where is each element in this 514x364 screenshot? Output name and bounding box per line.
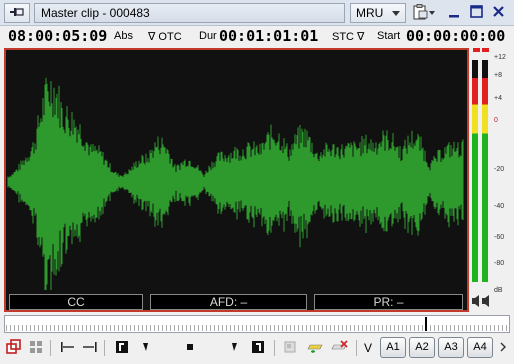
speaker-icon[interactable] bbox=[471, 294, 493, 308]
minimize-button[interactable] bbox=[444, 4, 464, 22]
position-scrubber[interactable] bbox=[4, 315, 510, 333]
stc-dropdown[interactable]: STC ∇ bbox=[332, 30, 364, 43]
stop-icon bbox=[185, 342, 195, 355]
clipboard-icon bbox=[412, 3, 436, 23]
separator bbox=[50, 340, 51, 356]
scale-label: -40 bbox=[494, 203, 505, 210]
mark-out-icon bbox=[251, 340, 265, 357]
title-bar: Master clip - 000483 MRU bbox=[0, 0, 514, 26]
pin-button[interactable] bbox=[4, 3, 30, 23]
play-reverse-button[interactable] bbox=[136, 338, 156, 358]
go-to-end-button[interactable] bbox=[80, 338, 100, 358]
clipboard-menu-button[interactable] bbox=[410, 3, 438, 23]
window-title: Master clip - 000483 bbox=[34, 3, 345, 23]
separator bbox=[274, 340, 275, 356]
overlap-squares-icon bbox=[6, 338, 22, 358]
mru-dropdown[interactable]: MRU bbox=[350, 3, 406, 23]
mark-out-button[interactable] bbox=[248, 338, 268, 358]
scale-label: -60 bbox=[494, 234, 505, 241]
remove-marker-icon bbox=[331, 339, 349, 357]
afd-indicator: AFD: – bbox=[150, 294, 307, 310]
duration-label: Dur bbox=[199, 30, 217, 42]
pin-icon bbox=[9, 6, 25, 21]
audio-track-a3-button[interactable]: A3 bbox=[438, 337, 464, 358]
position-timecode[interactable]: 08:00:05:09 bbox=[8, 27, 107, 45]
play-forward-button[interactable] bbox=[224, 338, 244, 358]
meter-channel-left bbox=[472, 60, 478, 282]
close-icon bbox=[492, 5, 505, 21]
scale-label: 0 bbox=[494, 117, 498, 124]
add-marker-button[interactable] bbox=[306, 338, 326, 358]
separator bbox=[104, 340, 105, 356]
peak-indicator-left bbox=[473, 48, 480, 52]
scale-label: +8 bbox=[494, 72, 502, 79]
go-to-start-icon bbox=[60, 341, 76, 356]
peak-indicator-right bbox=[482, 48, 489, 52]
scale-label: -80 bbox=[494, 260, 505, 267]
clip-viewer[interactable]: CC AFD: – PR: – bbox=[4, 48, 469, 312]
maximize-icon bbox=[469, 5, 483, 21]
start-label: Start bbox=[377, 30, 401, 42]
clear-marks-icon bbox=[283, 340, 297, 357]
mru-label: MRU bbox=[356, 6, 384, 20]
go-to-end-icon bbox=[82, 341, 98, 356]
mark-in-icon bbox=[115, 340, 129, 357]
minimize-icon bbox=[448, 6, 460, 21]
scale-label: dB bbox=[494, 287, 503, 294]
reverse-marker-icon bbox=[140, 341, 152, 356]
meter-scale: +12 +8 +4 0 -20 -40 -60 -80 dB bbox=[494, 50, 514, 300]
scale-label: +12 bbox=[494, 54, 506, 61]
chevron-right-icon bbox=[498, 342, 508, 355]
grid-button[interactable] bbox=[26, 338, 46, 358]
scale-label: +4 bbox=[494, 95, 502, 102]
audio-track-a4-button[interactable]: A4 bbox=[467, 337, 493, 358]
start-timecode[interactable]: 00:00:00:00 bbox=[406, 27, 505, 45]
audio-track-a1-button[interactable]: A1 bbox=[380, 337, 406, 358]
meter-channel-right bbox=[482, 60, 488, 282]
remove-marker-button[interactable] bbox=[330, 338, 350, 358]
more-tracks-button[interactable] bbox=[494, 338, 512, 358]
audio-waveform bbox=[7, 77, 464, 290]
stop-button[interactable] bbox=[180, 338, 200, 358]
waveform-path bbox=[7, 77, 464, 290]
close-button[interactable] bbox=[488, 4, 508, 22]
forward-marker-icon bbox=[228, 341, 240, 356]
mark-in-button[interactable] bbox=[112, 338, 132, 358]
playhead[interactable] bbox=[425, 317, 427, 331]
audio-track-a2-button[interactable]: A2 bbox=[409, 337, 435, 358]
pr-indicator: PR: – bbox=[314, 294, 463, 310]
video-toggle[interactable]: V bbox=[358, 338, 378, 358]
maximize-button[interactable] bbox=[466, 4, 486, 22]
go-to-start-button[interactable] bbox=[58, 338, 78, 358]
separator bbox=[356, 340, 357, 356]
clear-marks-button[interactable] bbox=[280, 338, 300, 358]
timecode-bar: 08:00:05:09 Abs ∇ OTC Dur 00:01:01:01 ST… bbox=[0, 26, 514, 46]
abs-label[interactable]: Abs bbox=[114, 30, 133, 42]
duration-timecode[interactable]: 00:01:01:01 bbox=[219, 27, 318, 45]
add-marker-icon bbox=[307, 340, 325, 357]
grid-icon bbox=[29, 340, 43, 357]
otc-dropdown[interactable]: ∇ OTC bbox=[148, 30, 182, 43]
chevron-down-icon bbox=[392, 11, 400, 16]
transport-toolbar: V A1 A2 A3 A4 bbox=[0, 334, 514, 362]
audio-level-meter bbox=[471, 48, 493, 307]
clip-toggle-button[interactable] bbox=[4, 338, 24, 358]
cc-indicator: CC bbox=[9, 294, 143, 310]
scale-label: -20 bbox=[494, 166, 505, 173]
scrub-ticks bbox=[6, 325, 508, 331]
